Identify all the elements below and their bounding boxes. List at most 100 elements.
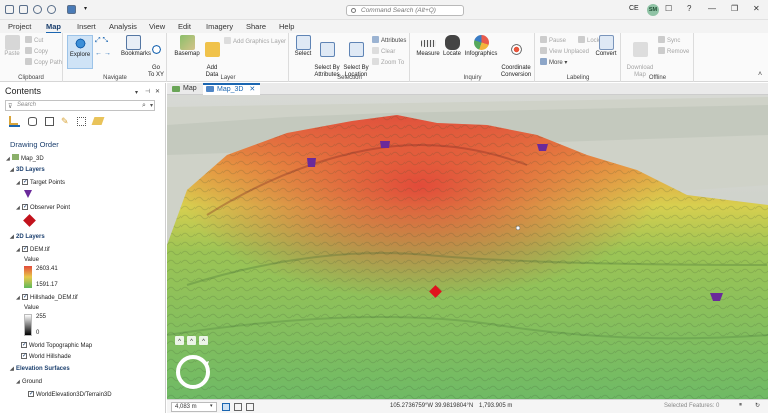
layer-hillshade[interactable]: ◢Hillshade_DEM.tif (16, 293, 78, 301)
ribbon-tab-row: Project Map Insert Analysis View Edit Im… (0, 20, 768, 34)
notifications-icon[interactable]: ☐ (665, 4, 672, 13)
help-button[interactable]: ? (687, 4, 691, 13)
svg-text:^: ^ (202, 339, 205, 345)
add-data-button[interactable]: Add Data (203, 35, 221, 79)
copy-path-button[interactable]: Copy Path (25, 58, 62, 66)
refresh-view-icon[interactable]: ↻ (755, 402, 760, 409)
cut-icon (25, 36, 32, 43)
scene-view[interactable]: ^ ^ ^ (167, 95, 768, 399)
fixed-zoom-icons[interactable]: ⤢ ⤡ (95, 37, 108, 45)
tab-view[interactable]: View (149, 22, 165, 31)
view-tab-map[interactable]: Map (169, 83, 202, 95)
coordinates-readout: 105.2736759°W 39.9819804°N (390, 403, 474, 409)
save-icon[interactable] (67, 5, 76, 14)
tab-analysis[interactable]: Analysis (109, 22, 137, 31)
group-3d-layers[interactable]: ◢ 3D Layers (10, 167, 45, 173)
locate-button[interactable]: Locate (441, 35, 463, 58)
select-by-attributes-button[interactable]: Select By Attributes (313, 35, 341, 79)
sync-button[interactable]: Sync (658, 36, 680, 44)
convert-button[interactable]: Convert (594, 35, 618, 58)
infographics-button[interactable]: Infographics (464, 35, 498, 58)
zoom-to-selection-button[interactable]: Zoom To (372, 58, 404, 66)
selected-features-readout: Selected Features: 0 (664, 403, 720, 409)
attributes-button[interactable]: Attributes (372, 36, 406, 44)
list-by-editing-icon[interactable]: ✎ (61, 116, 69, 127)
view-tab-map-3d[interactable]: Map_3D ✕ (203, 83, 261, 95)
cut-button[interactable]: Cut (25, 36, 43, 44)
locate-icon (444, 35, 460, 50)
pin-icon[interactable]: ⊣ (145, 88, 150, 95)
close-button[interactable]: ✕ (753, 4, 760, 13)
paste-button[interactable]: Paste (3, 35, 21, 58)
copy-button[interactable]: Copy (25, 47, 48, 55)
layer-world-topographic[interactable]: World Topographic Map (21, 341, 92, 349)
tab-help[interactable]: Help (279, 22, 294, 31)
redo-icon[interactable] (47, 5, 56, 14)
previous-next-extent-icons[interactable]: ← → (95, 50, 111, 57)
layer-observer-point[interactable]: ◢Observer Point (16, 203, 70, 211)
download-map-button[interactable]: Download Map (626, 35, 654, 79)
more-labeling-button[interactable]: More ▾ (540, 58, 567, 66)
group-elevation-surfaces[interactable]: ◢ Elevation Surfaces (10, 366, 70, 372)
layer-group-label: Layer (220, 75, 236, 81)
measure-button[interactable]: Measure (416, 35, 440, 58)
new-project-icon[interactable] (5, 5, 14, 14)
avatar[interactable]: SM (647, 4, 659, 16)
view-unplaced-button[interactable]: View Unplaced (540, 47, 589, 55)
list-by-selection-icon[interactable] (45, 117, 54, 126)
inquiry-group: Measure Locate Infographics Coordinate C… (411, 33, 535, 82)
basemap-button[interactable]: Basemap (174, 35, 200, 58)
undo-icon[interactable] (33, 5, 42, 14)
group-2d-layers[interactable]: ◢ 2D Layers (10, 234, 45, 240)
refresh-icon[interactable] (246, 403, 254, 411)
search-icon[interactable]: ⌕ (142, 102, 146, 110)
go-to-xy-button[interactable]: Go To XY (148, 35, 164, 79)
tab-edit[interactable]: Edit (178, 22, 191, 31)
target-point-marker[interactable] (380, 141, 390, 148)
grid-icon[interactable] (234, 403, 242, 411)
coordinate-system-icon[interactable] (222, 403, 230, 411)
target-point-marker[interactable] (307, 158, 316, 167)
open-project-icon[interactable] (19, 5, 28, 14)
search-options-icon[interactable]: ▾ (150, 102, 153, 109)
layer-dem[interactable]: ◢DEM.tif (16, 245, 50, 253)
contents-search-input[interactable]: Search (5, 100, 155, 111)
restore-button[interactable]: ❐ (731, 4, 738, 13)
tab-insert[interactable]: Insert (77, 22, 96, 31)
list-by-labeling-icon[interactable] (91, 117, 105, 125)
select-button[interactable]: Select (293, 35, 313, 58)
tab-share[interactable]: Share (246, 22, 266, 31)
coordinate-conversion-button[interactable]: Coordinate Conversion (499, 35, 533, 79)
layer-target-points[interactable]: ◢Target Points (16, 178, 65, 186)
explore-button[interactable]: Explore (67, 35, 93, 69)
minimize-button[interactable]: — (708, 4, 716, 13)
surface-ground[interactable]: ◢ Ground (16, 379, 42, 385)
list-by-data-source-icon[interactable] (28, 117, 37, 126)
list-by-drawing-order-button[interactable] (9, 116, 20, 127)
attributes-icon (372, 36, 379, 43)
tab-imagery[interactable]: Imagery (206, 22, 233, 31)
map-3d-node[interactable]: ◢ Map_3D (6, 154, 44, 162)
remove-button[interactable]: Remove (658, 47, 689, 55)
list-by-snapping-icon[interactable] (77, 117, 86, 126)
pane-options-icon[interactable]: ▾ (135, 89, 138, 96)
close-tab-icon[interactable]: ✕ (249, 86, 255, 93)
ribbon: Paste Cut Copy Copy Path Clipboard Explo… (0, 33, 768, 82)
scale-dropdown-icon[interactable]: ▾ (210, 403, 213, 409)
more-icon (540, 58, 547, 65)
collapse-ribbon-icon[interactable]: ˄ (758, 71, 762, 78)
pause-labeling-button[interactable]: Pause (540, 36, 566, 44)
customize-qat-icon[interactable]: ▾ (84, 5, 93, 14)
layer-world-hillshade[interactable]: World Hillshade (21, 352, 71, 360)
select-by-location-button[interactable]: Select By Location (342, 35, 370, 79)
layer-terrain3d[interactable]: WorldElevation3D/Terrain3D (28, 390, 112, 398)
pause-drawing-icon[interactable]: ⏸ (739, 402, 742, 409)
close-pane-icon[interactable]: ✕ (155, 88, 160, 95)
user-initials[interactable]: CE (629, 5, 639, 12)
clear-selection-button[interactable]: Clear (372, 47, 395, 55)
add-graphics-layer-button[interactable]: Add Graphics Layer (224, 37, 286, 45)
bookmarks-button[interactable]: Bookmarks (121, 35, 151, 58)
hillshade-gray-ramp (24, 314, 32, 336)
command-search-input[interactable]: Command Search (Alt+Q) (346, 5, 464, 16)
tab-project[interactable]: Project (8, 22, 31, 31)
